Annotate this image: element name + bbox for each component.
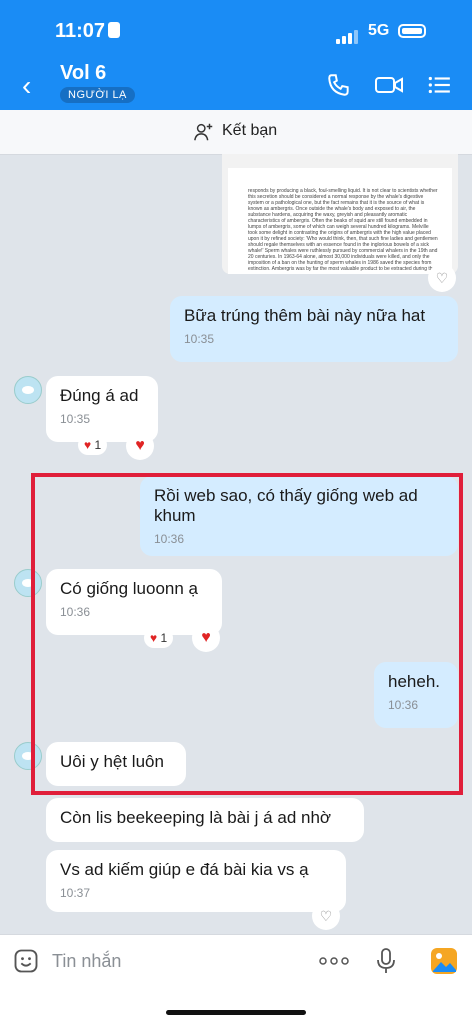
sticker-icon[interactable] [12,947,40,975]
stranger-badge: NGƯỜI LẠ [60,87,135,103]
heart-icon[interactable]: ♥ [126,432,154,460]
document-preview: responds by producing a black, foul-smel… [228,168,452,274]
message-input[interactable]: Tin nhắn [52,951,121,972]
avatar[interactable] [14,376,42,404]
status-bar: 11:07 5G [0,0,472,60]
signal-icon [336,26,360,44]
incoming-message[interactable]: Còn lis beekeeping là bài j á ad nhờ [46,798,364,842]
microphone-icon[interactable] [374,947,398,975]
message-text: Bữa trúng thêm bài này nữa hat [184,306,426,325]
incoming-message[interactable]: Vs ad kiếm giúp e đá bài kia vs ạ 10:37 [46,850,346,912]
reaction-count[interactable]: ♥ 1 [78,435,108,455]
outgoing-message[interactable]: Bữa trúng thêm bài này nữa hat 10:35 [170,296,458,362]
video-call-icon[interactable] [374,72,404,98]
more-icon[interactable] [318,955,350,967]
add-user-icon [194,123,213,141]
react-heart-icon[interactable]: ♡ [312,902,340,930]
id-icon [108,22,120,38]
message-time: 10:35 [184,332,215,346]
image-message[interactable]: responds by producing a black, foul-smel… [222,154,458,274]
back-icon[interactable]: ‹ [22,70,31,102]
battery-icon [398,24,426,38]
message-text: Còn lis beekeeping là bài j á ad nhờ [60,808,332,827]
gallery-icon[interactable] [430,947,458,975]
message-text: Vs ad kiếm giúp e đá bài kia vs ạ [60,860,309,879]
add-friend-bar[interactable]: Kết bạn [0,110,472,155]
message-time: 10:37 [60,886,91,900]
add-friend-label: Kết bạn [222,122,278,139]
highlight-box [31,473,463,795]
home-indicator [166,1010,306,1015]
phone-icon[interactable] [326,72,352,98]
network-label: 5G [368,22,390,39]
clock: 11:07 [55,20,106,42]
react-heart-icon[interactable]: ♡ [428,264,456,292]
message-text: Đúng á ad [60,386,139,405]
message-time: 10:35 [60,412,91,426]
chat-title[interactable]: Vol 6 [60,62,106,85]
menu-icon[interactable] [426,72,452,98]
chat-header: ‹ Vol 6 NGƯỜI LẠ [0,60,472,110]
